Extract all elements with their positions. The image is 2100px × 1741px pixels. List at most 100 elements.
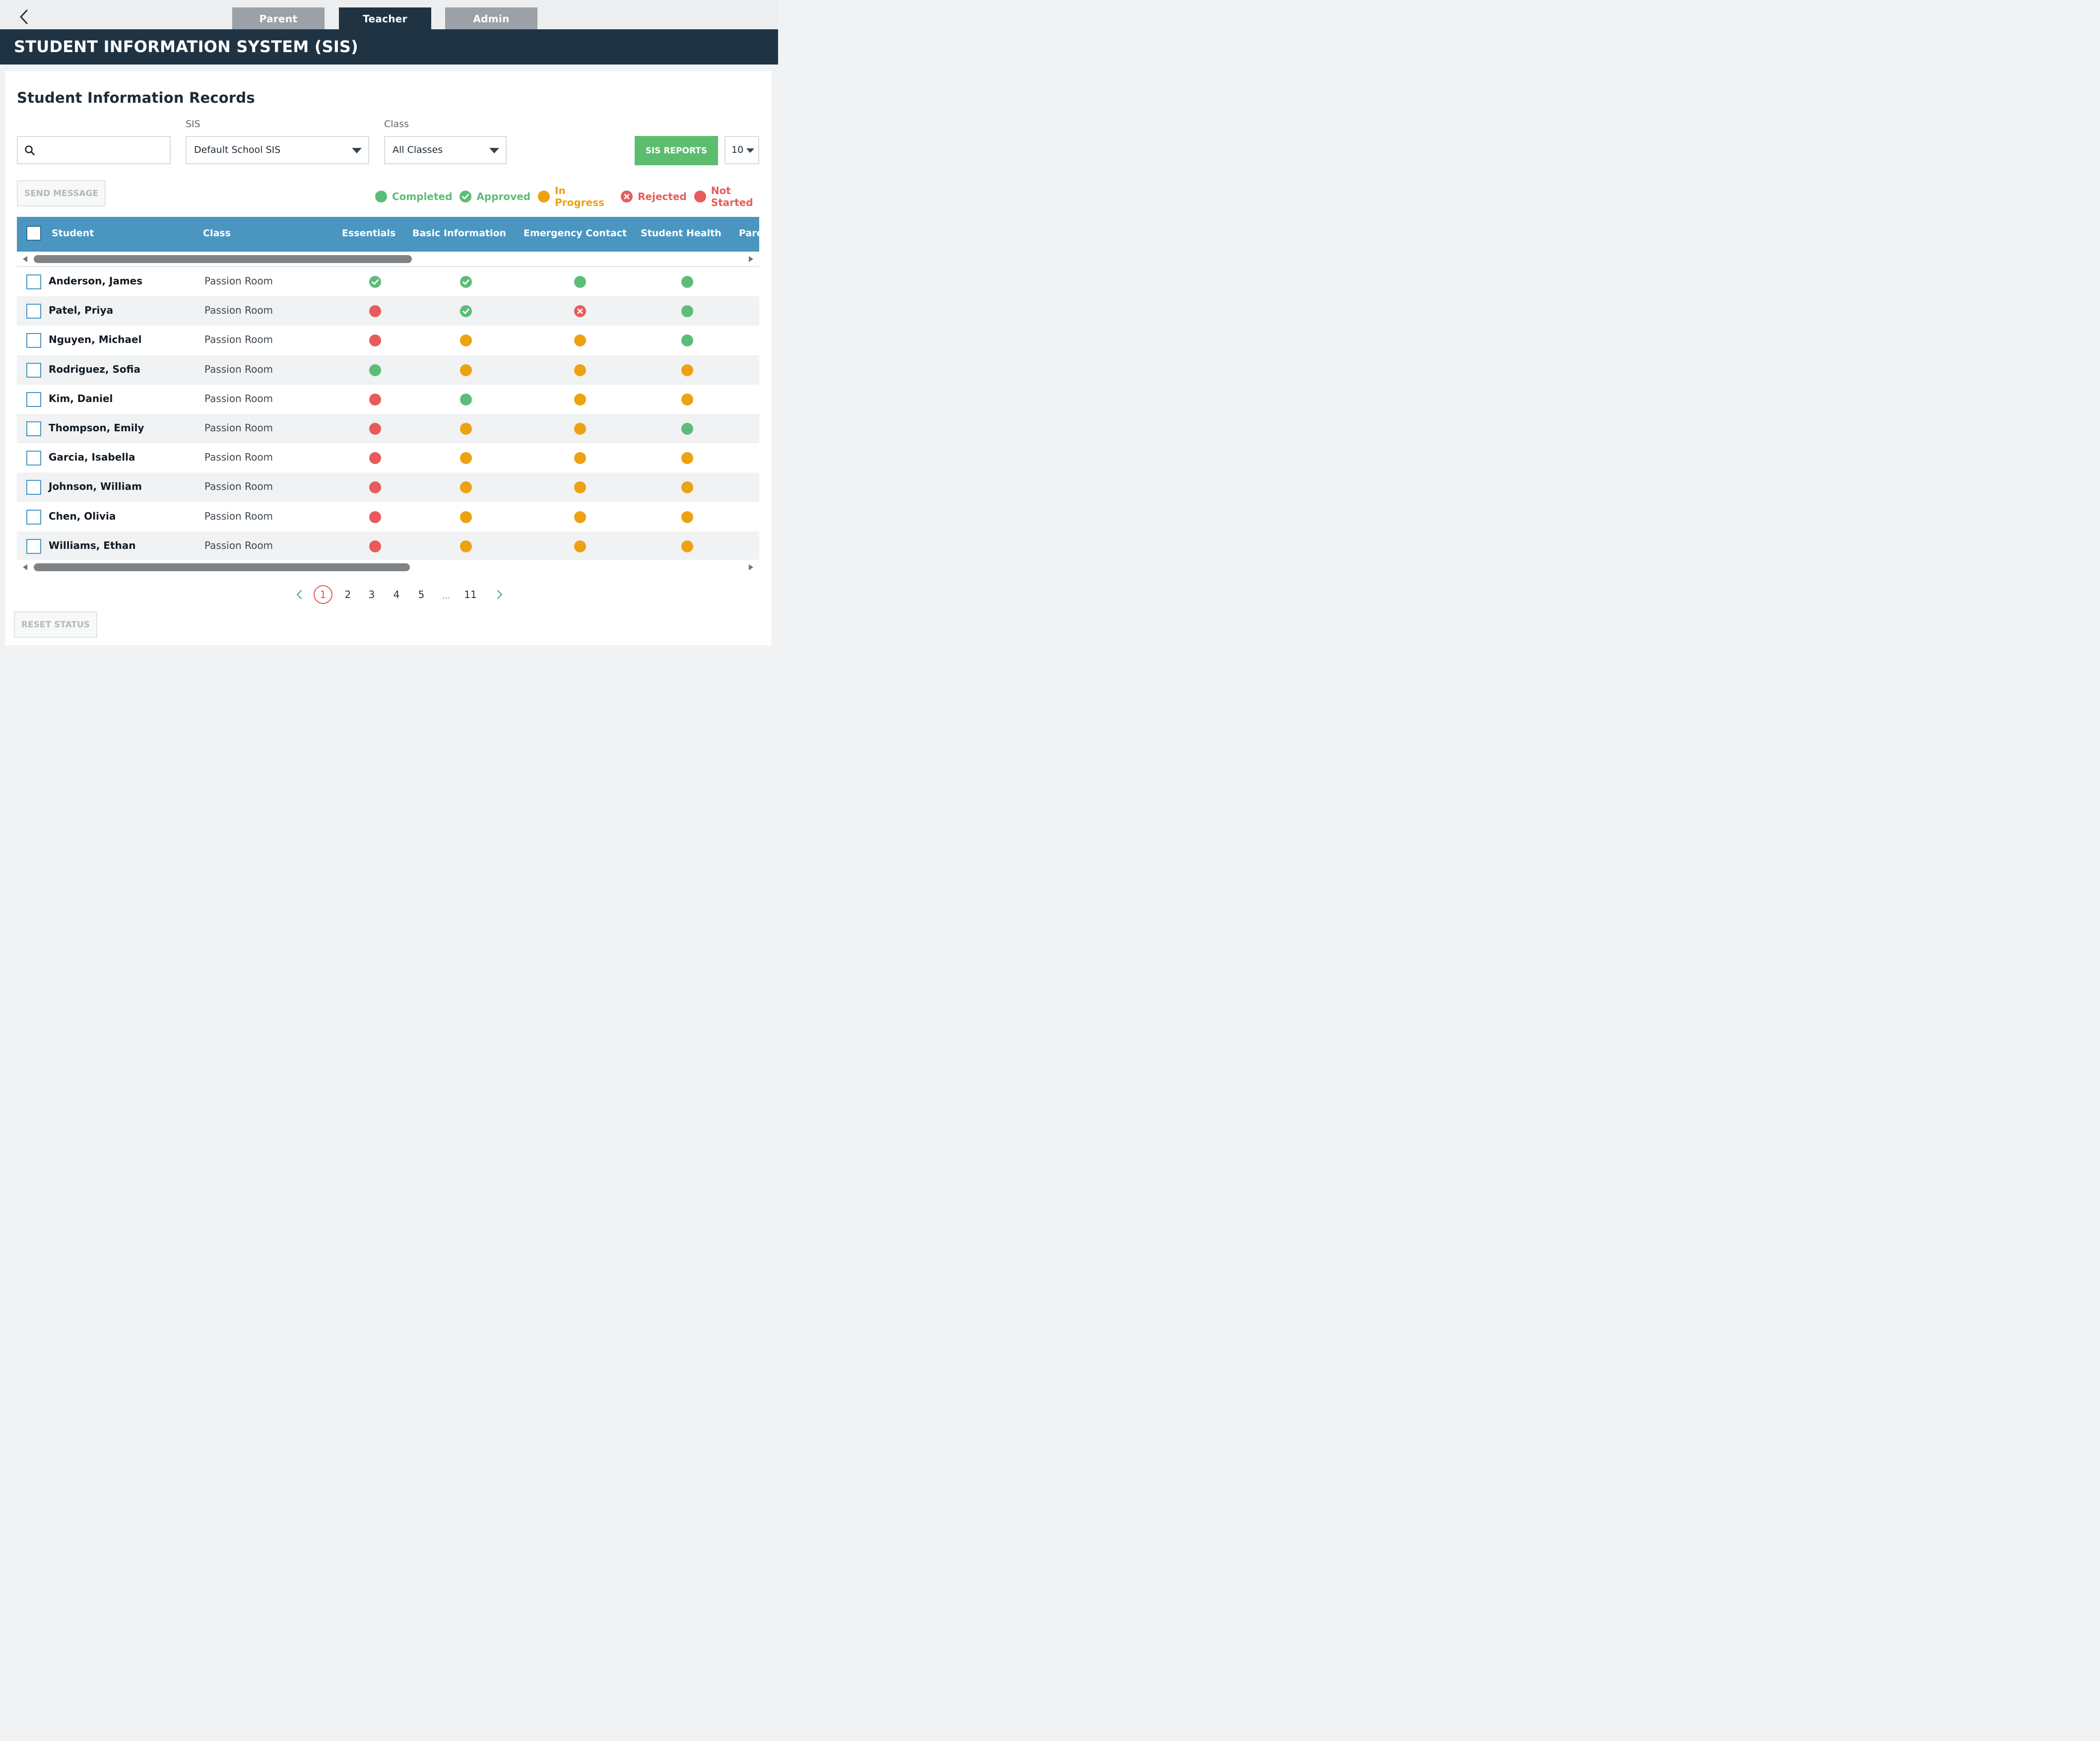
table-row[interactable]: Nguyen, Michael Passion Room <box>17 326 759 355</box>
status-dot-icon[interactable] <box>681 275 694 288</box>
table-row[interactable]: Patel, Priya Passion Room <box>17 296 759 326</box>
row-checkbox[interactable] <box>26 333 41 348</box>
row-checkbox[interactable] <box>26 304 41 319</box>
page-1[interactable]: 1 <box>314 585 332 604</box>
table-row[interactable]: Kim, Daniel Passion Room <box>17 385 759 414</box>
page-3[interactable]: 3 <box>362 585 381 604</box>
page-5[interactable]: 5 <box>412 585 431 604</box>
table-row[interactable]: Johnson, William Passion Room <box>17 472 759 502</box>
status-dot-icon[interactable] <box>459 481 472 494</box>
status-dot-icon[interactable] <box>369 540 382 553</box>
reset-status-button[interactable]: RESET STATUS <box>14 611 97 638</box>
status-dot-icon[interactable] <box>459 334 472 347</box>
status-dot-icon[interactable] <box>574 275 587 288</box>
send-message-button[interactable]: SEND MESSAGE <box>17 180 106 206</box>
chevron-right-icon[interactable] <box>492 587 507 602</box>
row-checkbox[interactable] <box>26 392 41 407</box>
table-row[interactable]: Chen, Olivia Passion Room <box>17 502 759 532</box>
status-dot-icon[interactable] <box>369 422 382 435</box>
sis-reports-button[interactable]: SIS REPORTS <box>635 136 718 165</box>
page-4[interactable]: 4 <box>387 585 406 604</box>
status-dot-icon[interactable] <box>459 540 472 553</box>
status-dot-icon[interactable] <box>369 481 382 494</box>
table-scrollbar-top[interactable] <box>17 252 759 267</box>
table-row[interactable]: Rodriguez, Sofia Passion Room <box>17 355 759 385</box>
row-checkbox[interactable] <box>26 538 41 554</box>
tab-teacher[interactable]: Teacher <box>339 7 431 30</box>
row-checkbox[interactable] <box>26 480 41 495</box>
status-dot-icon[interactable] <box>681 334 694 347</box>
student-name[interactable]: Rodriguez, Sofia <box>49 363 140 375</box>
status-dot-icon[interactable] <box>681 364 694 377</box>
back-button[interactable] <box>15 7 33 27</box>
column-header-parent[interactable]: Pare <box>739 228 759 239</box>
status-dot-icon[interactable] <box>574 364 587 377</box>
tab-admin[interactable]: Admin <box>445 7 537 30</box>
status-dot-icon[interactable] <box>459 393 472 406</box>
row-checkbox[interactable] <box>26 421 41 436</box>
status-dot-icon[interactable] <box>681 511 694 524</box>
table-row[interactable]: Thompson, Emily Passion Room <box>17 414 759 443</box>
status-dot-icon[interactable] <box>369 334 382 347</box>
check-circle-icon[interactable] <box>459 305 472 318</box>
scrollbar-thumb[interactable] <box>34 563 410 571</box>
status-dot-icon[interactable] <box>681 305 694 318</box>
status-dot-icon[interactable] <box>459 511 472 524</box>
status-dot-icon[interactable] <box>681 452 694 465</box>
status-dot-icon[interactable] <box>681 393 694 406</box>
student-name[interactable]: Chen, Olivia <box>49 510 116 522</box>
search-input[interactable] <box>42 142 166 159</box>
page-last[interactable]: 11 <box>461 585 480 604</box>
table-row[interactable]: Garcia, Isabella Passion Room <box>17 443 759 472</box>
scroll-left-arrow-icon[interactable] <box>23 564 27 570</box>
rows-per-page-select[interactable]: 10 <box>724 136 759 164</box>
status-dot-icon[interactable] <box>459 364 472 377</box>
status-dot-icon[interactable] <box>574 393 587 406</box>
column-header-student[interactable]: Student <box>52 228 94 239</box>
status-dot-icon[interactable] <box>574 334 587 347</box>
status-dot-icon[interactable] <box>369 364 382 377</box>
column-header-essentials[interactable]: Essentials <box>342 228 395 239</box>
status-dot-icon[interactable] <box>459 422 472 435</box>
status-dot-icon[interactable] <box>369 511 382 524</box>
table-row[interactable]: Anderson, James Passion Room <box>17 267 759 296</box>
scrollbar-thumb[interactable] <box>34 255 412 263</box>
scroll-left-arrow-icon[interactable] <box>23 256 27 262</box>
check-circle-icon[interactable] <box>459 275 472 288</box>
column-header-basic-information[interactable]: Basic Information <box>412 228 506 239</box>
status-dot-icon[interactable] <box>369 393 382 406</box>
status-dot-icon[interactable] <box>574 481 587 494</box>
student-name[interactable]: Johnson, William <box>49 480 142 492</box>
column-header-class[interactable]: Class <box>203 228 231 239</box>
status-dot-icon[interactable] <box>681 540 694 553</box>
status-dot-icon[interactable] <box>574 511 587 524</box>
status-dot-icon[interactable] <box>574 422 587 435</box>
student-name[interactable]: Williams, Ethan <box>49 539 135 551</box>
row-checkbox[interactable] <box>26 274 41 289</box>
table-scrollbar-bottom[interactable] <box>17 560 759 575</box>
column-header-emergency-contact[interactable]: Emergency Contact <box>524 228 627 239</box>
status-dot-icon[interactable] <box>574 540 587 553</box>
column-header-student-health[interactable]: Student Health <box>641 228 722 239</box>
status-dot-icon[interactable] <box>369 305 382 318</box>
status-dot-icon[interactable] <box>681 422 694 435</box>
scroll-right-arrow-icon[interactable] <box>749 256 753 262</box>
student-name[interactable]: Nguyen, Michael <box>49 334 141 345</box>
student-name[interactable]: Thompson, Emily <box>49 422 144 434</box>
check-circle-icon[interactable] <box>369 275 382 288</box>
status-dot-icon[interactable] <box>681 481 694 494</box>
student-name[interactable]: Kim, Daniel <box>49 393 113 404</box>
tab-parent[interactable]: Parent <box>232 7 325 30</box>
student-name[interactable]: Patel, Priya <box>49 304 113 316</box>
sis-select[interactable]: Default School SIS <box>186 136 369 164</box>
student-name[interactable]: Garcia, Isabella <box>49 451 135 463</box>
table-row[interactable]: Williams, Ethan Passion Room <box>17 531 759 561</box>
page-2[interactable]: 2 <box>338 585 357 604</box>
class-select[interactable]: All Classes <box>384 136 507 164</box>
status-dot-icon[interactable] <box>369 452 382 465</box>
scroll-right-arrow-icon[interactable] <box>749 564 753 570</box>
chevron-left-icon[interactable] <box>292 587 307 602</box>
status-dot-icon[interactable] <box>459 452 472 465</box>
row-checkbox[interactable] <box>26 362 41 378</box>
student-name[interactable]: Anderson, James <box>49 275 142 287</box>
